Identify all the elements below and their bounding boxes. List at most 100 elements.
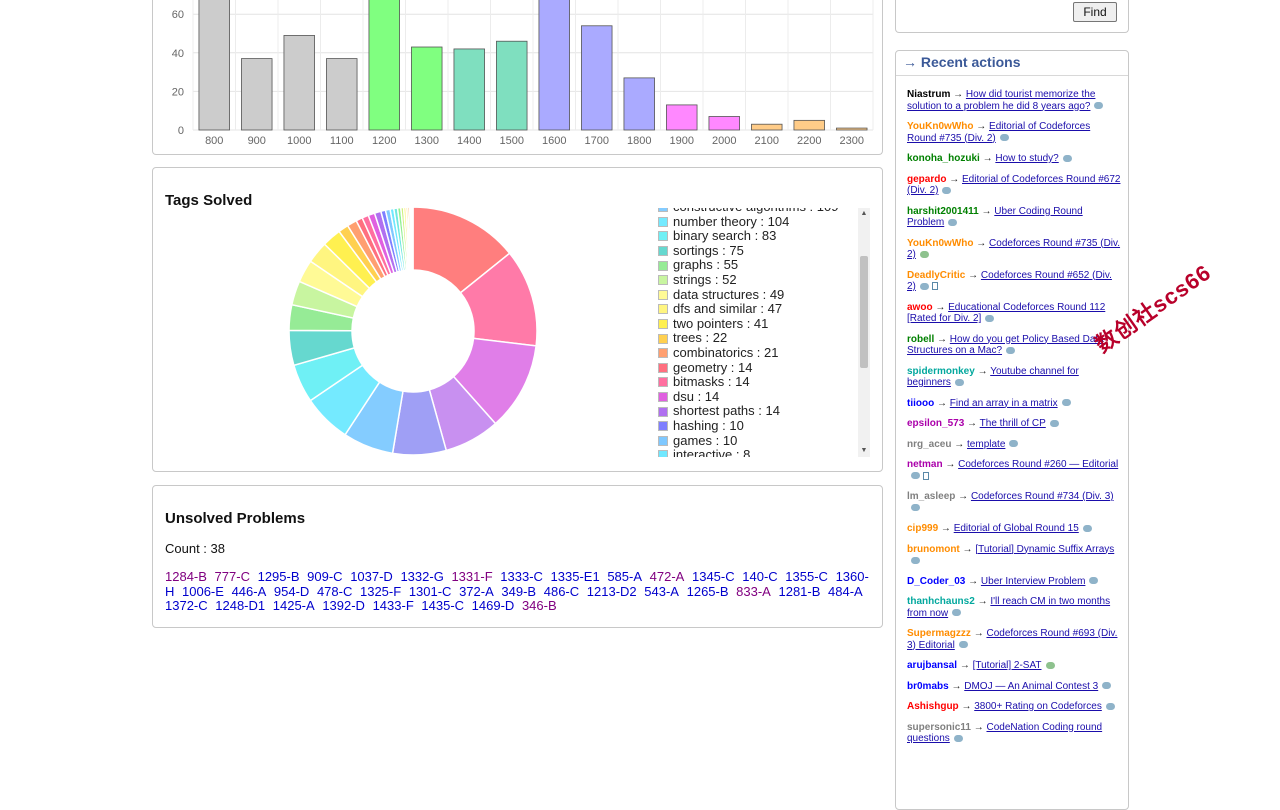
problem-link-1295-B[interactable]: 1295-B <box>258 569 300 584</box>
recent-action-topic[interactable]: How to study? <box>995 153 1058 164</box>
recent-action-user[interactable]: gepardo <box>907 174 946 185</box>
recent-action-user[interactable]: awoo <box>907 302 933 313</box>
recent-action-user[interactable]: DeadlyCritic <box>907 270 965 281</box>
legend-item[interactable]: interactive : 8 <box>658 447 838 457</box>
problem-link-1037-D[interactable]: 1037-D <box>350 569 393 584</box>
problem-link-1333-C[interactable]: 1333-C <box>500 569 543 584</box>
rating-bar-800[interactable] <box>198 0 230 131</box>
hourglass-icon[interactable] <box>931 282 938 291</box>
recent-action-user[interactable]: konoha_hozuki <box>907 153 980 164</box>
legend-item[interactable]: two pointers : 41 <box>658 316 838 332</box>
recent-action-user[interactable]: cip999 <box>907 523 938 534</box>
comment-icon[interactable] <box>1105 702 1115 710</box>
recent-action-topic[interactable]: Uber Interview Problem <box>981 576 1085 587</box>
rating-bar-1100[interactable] <box>326 58 358 131</box>
comment-icon[interactable] <box>1006 346 1016 354</box>
problem-link-777-C[interactable]: 777-C <box>215 569 250 584</box>
problem-link-346-B[interactable]: 346-B <box>522 598 557 613</box>
comment-icon[interactable] <box>1049 419 1059 427</box>
comment-icon[interactable] <box>952 609 962 617</box>
comment-icon[interactable] <box>919 282 929 290</box>
problem-link-1213-D2[interactable]: 1213-D2 <box>587 584 637 599</box>
problem-link-1301-C[interactable]: 1301-C <box>409 584 452 599</box>
recent-action-topic[interactable]: Editorial of Global Round 15 <box>954 523 1079 534</box>
recent-action-topic[interactable]: [Tutorial] 2-SAT <box>973 660 1042 671</box>
comment-icon[interactable] <box>999 134 1009 142</box>
recent-action-user[interactable]: br0mabs <box>907 681 949 692</box>
legend-item[interactable]: number theory : 104 <box>658 214 838 230</box>
comment-icon[interactable] <box>1061 399 1071 407</box>
problem-link-1265-B[interactable]: 1265-B <box>687 584 729 599</box>
recent-action-user[interactable]: arujbansal <box>907 660 957 671</box>
problem-link-1469-D[interactable]: 1469-D <box>472 598 515 613</box>
problem-link-585-A[interactable]: 585-A <box>607 569 642 584</box>
recent-action-user[interactable]: Supermagzzz <box>907 628 971 639</box>
problem-link-1332-G[interactable]: 1332-G <box>400 569 443 584</box>
find-button[interactable]: Find <box>1073 2 1117 22</box>
legend-item[interactable]: bitmasks : 14 <box>658 375 838 390</box>
problem-link-833-A[interactable]: 833-A <box>736 584 771 599</box>
problem-link-1433-F[interactable]: 1433-F <box>373 598 414 613</box>
scroll-up-icon[interactable]: ▲ <box>858 208 870 220</box>
rating-bar-1200[interactable] <box>368 0 400 131</box>
comment-icon[interactable] <box>911 504 920 512</box>
recent-action-user[interactable]: netman <box>907 459 943 470</box>
hourglass-icon[interactable] <box>923 471 929 480</box>
problem-link-1331-F[interactable]: 1331-F <box>451 569 492 584</box>
problem-link-1435-C[interactable]: 1435-C <box>421 598 464 613</box>
comment-icon[interactable] <box>1062 154 1072 162</box>
problem-link-486-C[interactable]: 486-C <box>544 584 579 599</box>
problem-link-954-D[interactable]: 954-D <box>274 584 309 599</box>
recent-action-user[interactable]: robell <box>907 334 934 345</box>
legend-item[interactable]: graphs : 55 <box>658 258 838 273</box>
recent-action-topic[interactable]: template <box>967 439 1005 450</box>
recent-action-user[interactable]: harshit2001411 <box>907 206 979 217</box>
rating-bar-1900[interactable] <box>666 104 698 131</box>
rating-bar-2300[interactable] <box>836 127 868 131</box>
legend-scrollbar[interactable]: ▲ ▼ <box>858 208 870 457</box>
comment-icon[interactable] <box>948 218 958 226</box>
recent-action-user[interactable]: tiiooo <box>907 398 934 409</box>
scroll-thumb[interactable] <box>860 256 868 368</box>
recent-action-user[interactable]: D_Coder_03 <box>907 576 965 587</box>
problem-link-372-A[interactable]: 372-A <box>459 584 494 599</box>
problem-link-1325-F[interactable]: 1325-F <box>360 584 401 599</box>
comment-icon[interactable] <box>1009 440 1019 448</box>
rating-bar-1800[interactable] <box>623 77 655 131</box>
recent-actions-title[interactable]: → Recent actions <box>903 54 1020 70</box>
recent-action-user[interactable]: spidermonkey <box>907 366 975 377</box>
comment-icon[interactable] <box>911 472 920 480</box>
legend-item[interactable]: dfs and similar : 47 <box>658 302 838 317</box>
problem-link-349-B[interactable]: 349-B <box>501 584 536 599</box>
problem-link-1355-C[interactable]: 1355-C <box>785 569 828 584</box>
legend-item[interactable]: shortest paths : 14 <box>658 404 838 419</box>
edit-icon[interactable] <box>919 250 929 258</box>
recent-action-user[interactable]: brunomont <box>907 544 960 555</box>
legend-item[interactable]: hashing : 10 <box>658 418 838 434</box>
recent-action-user[interactable]: YouKn0wWho <box>907 121 973 132</box>
problem-link-1281-B[interactable]: 1281-B <box>778 584 820 599</box>
recent-action-topic[interactable]: 3800+ Rating on Codeforces <box>974 701 1102 712</box>
recent-action-user[interactable]: supersonic11 <box>907 722 971 733</box>
problem-link-478-C[interactable]: 478-C <box>317 584 352 599</box>
comment-icon[interactable] <box>1089 577 1099 585</box>
problem-link-909-C[interactable]: 909-C <box>307 569 342 584</box>
problem-link-543-A[interactable]: 543-A <box>644 584 679 599</box>
rating-bar-2100[interactable] <box>751 123 783 131</box>
rating-bar-1600[interactable] <box>538 0 570 131</box>
rating-bar-900[interactable] <box>241 58 273 131</box>
rating-bar-1000[interactable] <box>283 35 315 131</box>
comment-icon[interactable] <box>953 734 963 742</box>
recent-action-topic[interactable]: The thrill of CP <box>980 418 1046 429</box>
problem-link-446-A[interactable]: 446-A <box>232 584 267 599</box>
tag-slice-chinese-remainder-theorem[interactable] <box>411 206 414 271</box>
comment-icon[interactable] <box>958 641 968 649</box>
legend-item[interactable]: sortings : 75 <box>658 243 838 259</box>
legend-item[interactable]: trees : 22 <box>658 331 838 346</box>
comment-icon[interactable] <box>1102 682 1112 690</box>
comment-icon[interactable] <box>1082 524 1092 532</box>
comment-icon[interactable] <box>942 186 952 194</box>
rating-bar-2200[interactable] <box>793 119 825 131</box>
legend-item[interactable]: games : 10 <box>658 433 838 449</box>
recent-action-topic[interactable]: Find an array in a matrix <box>950 398 1058 409</box>
